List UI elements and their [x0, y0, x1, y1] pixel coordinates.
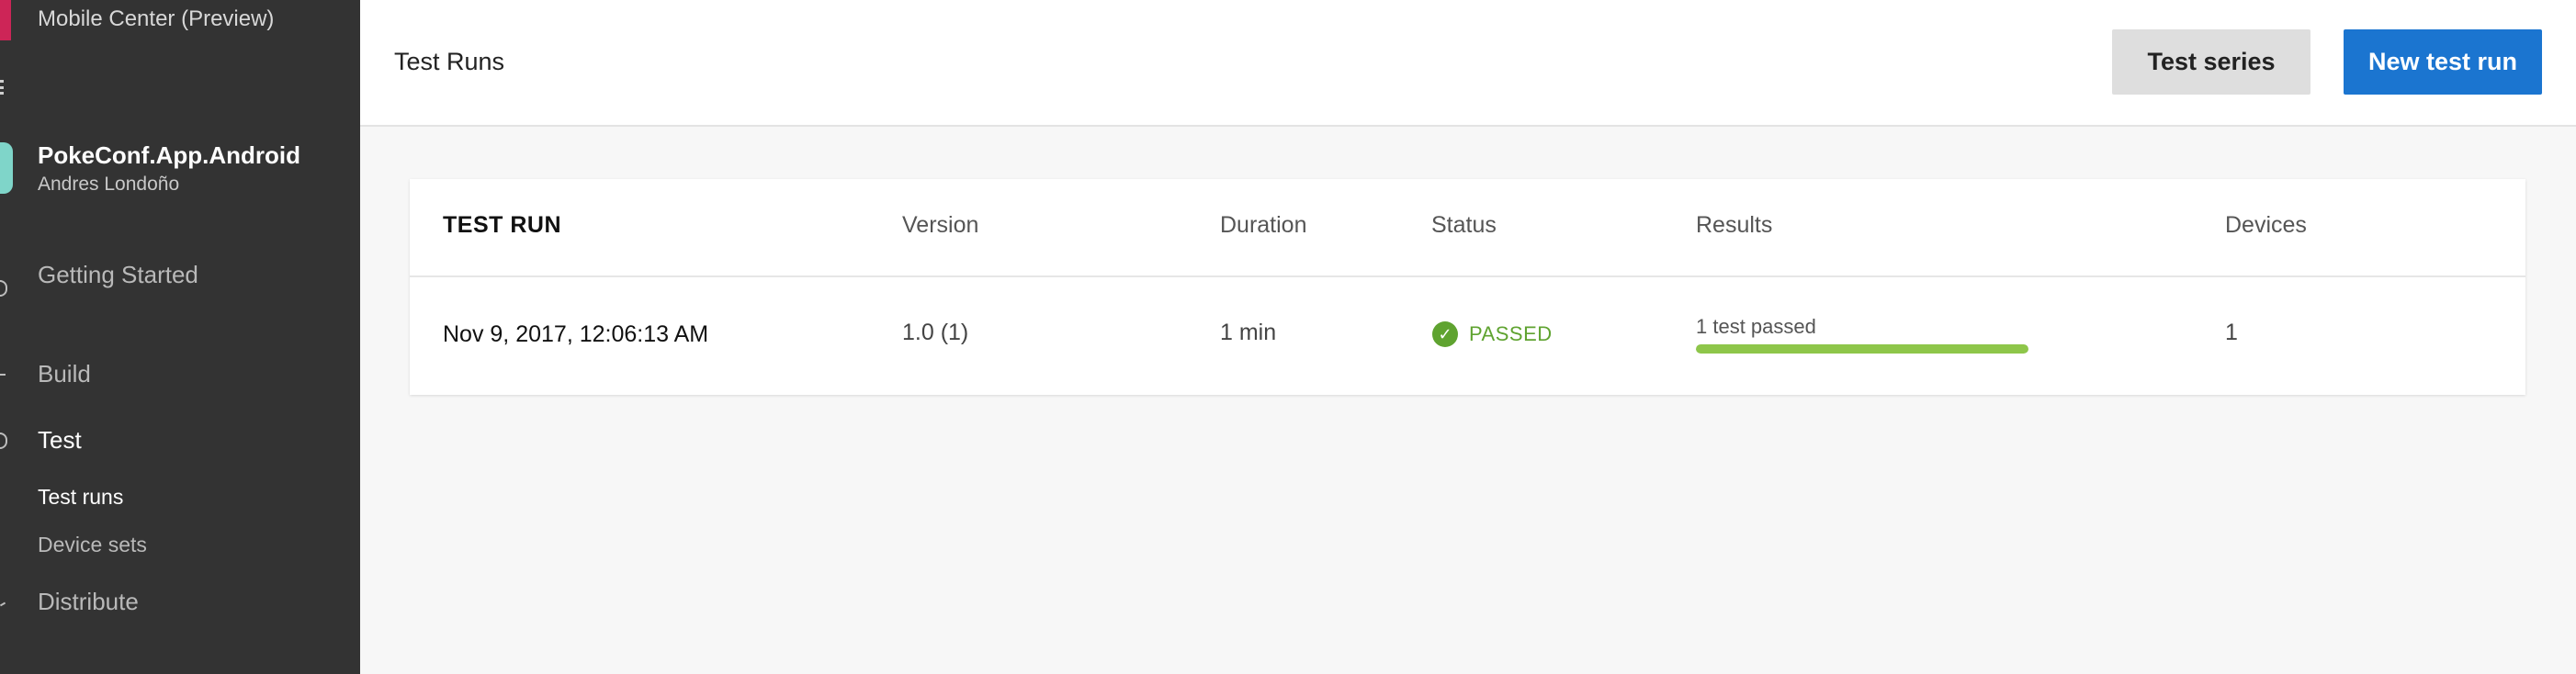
sidebar-item-build[interactable]: Build [38, 360, 91, 388]
app-name[interactable]: PokeConf.App.Android [38, 141, 300, 170]
column-header-duration: Duration [1220, 212, 1307, 238]
results-text: 1 test passed [1696, 315, 1816, 338]
build-icon [0, 374, 6, 376]
duration-cell: 1 min [1220, 320, 1277, 345]
app-icon [0, 142, 13, 194]
sidebar-item-getting-started[interactable]: Getting Started [38, 261, 198, 289]
page-header: Test Runs Test series New test run [360, 0, 2576, 127]
check-circle-icon: ✓ [1432, 321, 1458, 347]
page-title: Test Runs [394, 48, 505, 75]
sidebar-item-distribute[interactable]: Distribute [38, 588, 139, 616]
column-header-results: Results [1696, 212, 1773, 238]
test-series-button[interactable]: Test series [2112, 29, 2310, 95]
column-header-test-run: TEST RUN [443, 212, 561, 238]
app-owner: Andres Londoño [38, 174, 180, 195]
sidebar: Mobile Center (Preview) PokeConf.App.And… [0, 0, 360, 674]
sidebar-subitem-device-sets[interactable]: Device sets [38, 533, 147, 557]
results-progress-bar [1696, 344, 2028, 354]
menu-icon[interactable] [0, 80, 4, 95]
test-run-date[interactable]: Nov 9, 2017, 12:06:13 AM [443, 321, 708, 348]
brand-logo [0, 0, 11, 40]
test-runs-table: TEST RUN Version Duration Status Results… [410, 179, 2525, 395]
column-header-devices: Devices [2225, 212, 2307, 238]
sidebar-item-test[interactable]: Test [38, 426, 82, 455]
table-header-row: TEST RUN Version Duration Status Results… [410, 179, 2525, 277]
results-cell: 1 test passed [1696, 315, 2028, 354]
devices-cell: 1 [2225, 320, 2238, 345]
test-icon [0, 432, 7, 449]
new-test-run-button[interactable]: New test run [2344, 29, 2542, 95]
sidebar-subitem-test-runs[interactable]: Test runs [38, 485, 123, 510]
status-text: PASSED [1469, 322, 1553, 345]
getting-started-icon [0, 280, 7, 297]
status-badge: ✓ PASSED [1432, 321, 1553, 347]
table-row[interactable]: Nov 9, 2017, 12:06:13 AM 1.0 (1) 1 min ✓… [410, 278, 2525, 395]
version-cell: 1.0 (1) [902, 320, 969, 345]
column-header-status: Status [1431, 212, 1497, 238]
results-progress-fill [1696, 344, 2028, 354]
column-header-version: Version [902, 212, 979, 238]
brand-title[interactable]: Mobile Center (Preview) [38, 6, 274, 32]
distribute-icon [0, 601, 6, 607]
